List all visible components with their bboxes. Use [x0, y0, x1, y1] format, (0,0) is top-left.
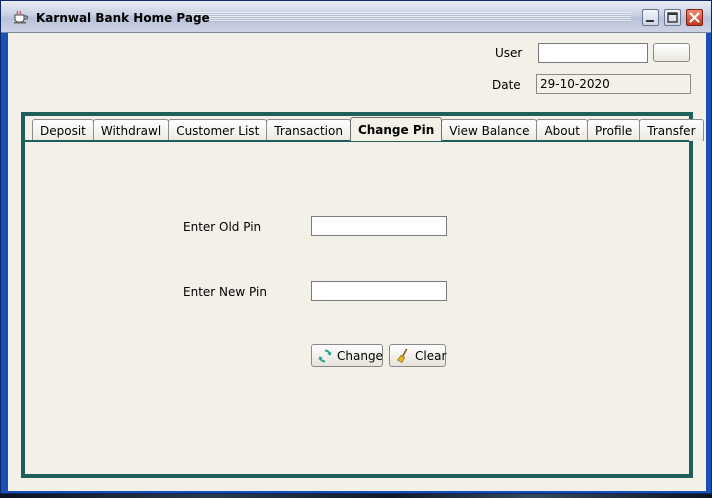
minimize-button[interactable] [642, 9, 659, 26]
tab-strip: Deposit Withdrawl Customer List Transact… [32, 117, 704, 141]
tab-deposit[interactable]: Deposit [32, 119, 94, 141]
tab-view-balance[interactable]: View Balance [441, 119, 538, 141]
clear-button-label: Clear [415, 348, 447, 363]
maximize-button[interactable] [664, 9, 681, 26]
new-pin-input[interactable] [311, 281, 447, 301]
minimize-icon [646, 20, 654, 22]
change-button-label: Change [337, 348, 383, 363]
change-pin-panel: Enter Old Pin Enter New Pin Change Clear [25, 140, 689, 474]
tab-transfer[interactable]: Transfer [639, 119, 704, 141]
change-button[interactable]: Change [311, 344, 383, 367]
date-label: Date [492, 78, 521, 92]
refresh-icon [318, 349, 332, 362]
tab-panel: Deposit Withdrawl Customer List Transact… [21, 112, 704, 478]
old-pin-label: Enter Old Pin [183, 220, 262, 234]
window-title: Karnwal Bank Home Page [36, 11, 210, 25]
title-bar-grip [191, 12, 631, 22]
maximize-icon [667, 12, 678, 23]
date-field[interactable] [536, 74, 691, 94]
new-pin-label: Enter New Pin [183, 285, 267, 299]
user-input[interactable] [538, 43, 648, 63]
broom-icon [396, 348, 408, 363]
coffee-cup-icon [14, 10, 28, 24]
clear-button[interactable]: Clear [389, 344, 446, 367]
close-button[interactable] [686, 9, 703, 26]
close-icon [689, 12, 700, 23]
user-label: User [495, 46, 523, 60]
user-button[interactable] [653, 43, 690, 62]
old-pin-input[interactable] [311, 216, 447, 236]
app-window: Karnwal Bank Home Page User Date Depos [0, 0, 712, 494]
title-bar[interactable]: Karnwal Bank Home Page [1, 1, 711, 33]
tab-about[interactable]: About [536, 119, 588, 141]
tab-withdrawl[interactable]: Withdrawl [92, 119, 170, 141]
tab-change-pin[interactable]: Change Pin [349, 117, 443, 141]
window-content: User Date Deposit Withdrawl Customer Lis… [8, 33, 706, 491]
tab-profile[interactable]: Profile [586, 119, 641, 141]
tab-transaction[interactable]: Transaction [266, 119, 351, 141]
tab-customer-list[interactable]: Customer List [168, 119, 268, 141]
